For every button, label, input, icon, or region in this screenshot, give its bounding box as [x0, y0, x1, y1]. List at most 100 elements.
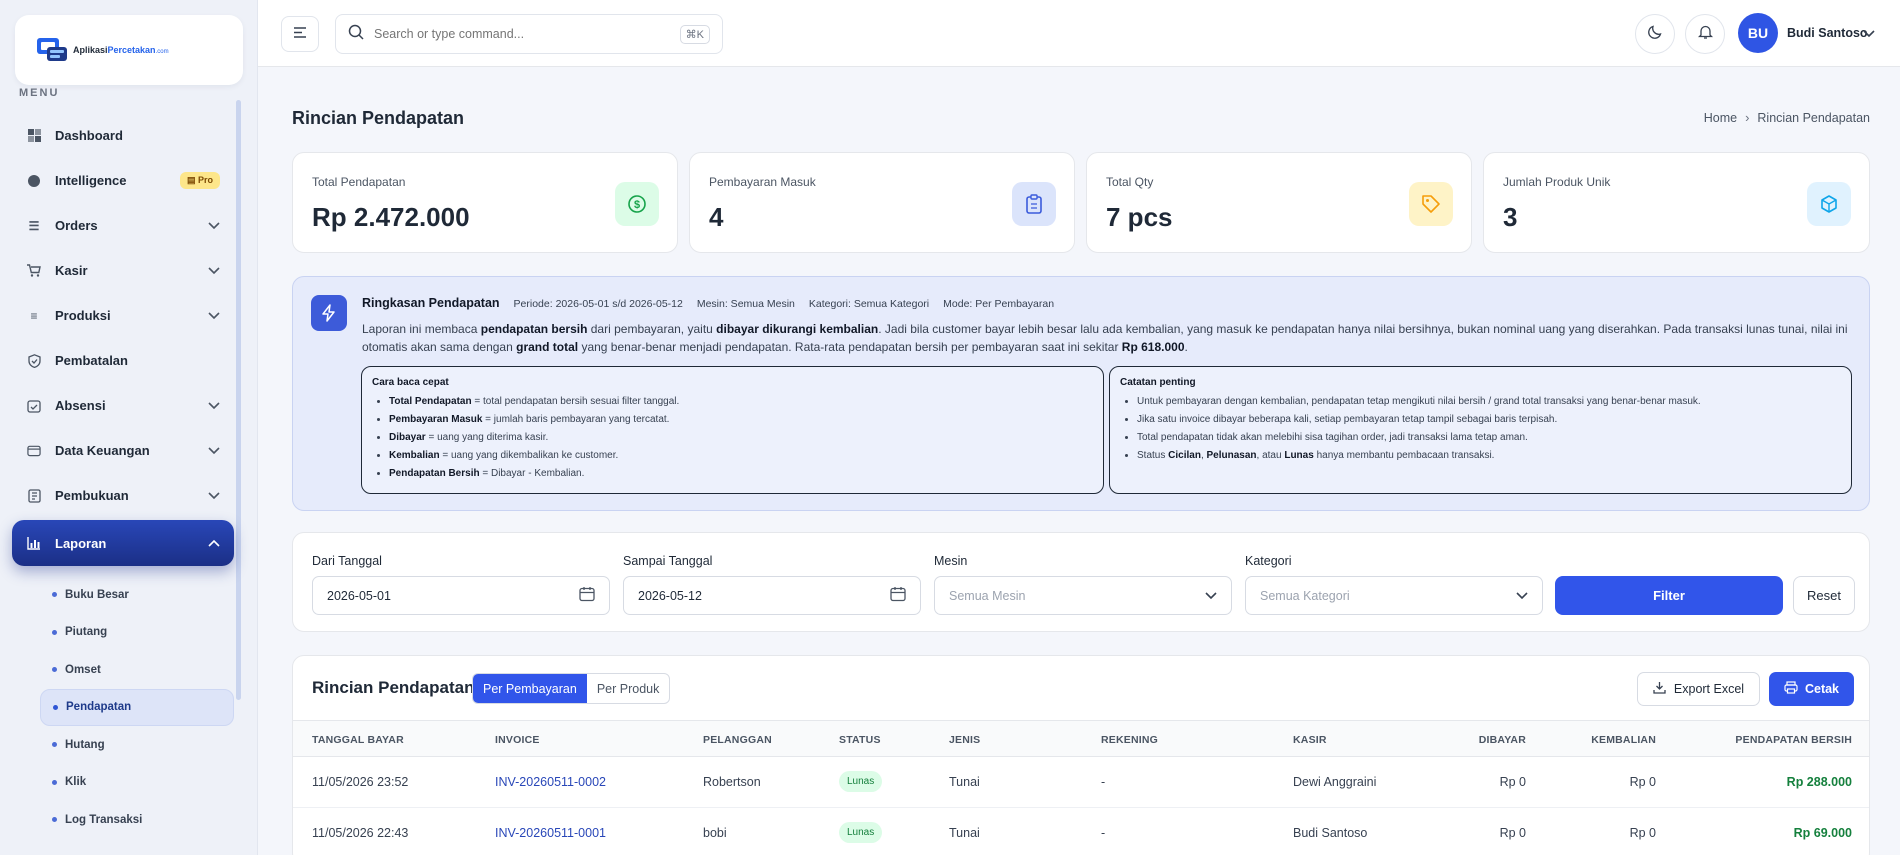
mesin-select[interactable]: Semua Mesin	[934, 576, 1232, 615]
search-input[interactable]	[374, 27, 680, 41]
breadcrumb-home[interactable]: Home	[1704, 111, 1737, 125]
summary-title: Ringkasan Pendapatan	[362, 296, 500, 310]
breadcrumb-current: Rincian Pendapatan	[1757, 110, 1870, 125]
definition: = uang yang dikembalikan ke customer.	[439, 450, 619, 461]
column-header[interactable]: KEMBALIAN	[1591, 734, 1656, 746]
column-header[interactable]: JENIS	[949, 734, 980, 746]
tab-per-pembayaran[interactable]: Per Pembayaran	[473, 674, 587, 703]
avatar[interactable]: BU	[1738, 13, 1778, 53]
stat-label: Total Qty	[1106, 175, 1154, 189]
cell-invoice-link[interactable]: INV-20260511-0002	[495, 775, 606, 789]
sidebar-item-laporan[interactable]: Laporan	[12, 520, 234, 566]
text-segment: Laporan ini membaca	[362, 322, 481, 336]
cell-rekening: -	[1101, 826, 1106, 840]
column-header[interactable]: TANGGAL BAYAR	[312, 734, 404, 746]
export-excel-button[interactable]: Export Excel	[1637, 672, 1760, 706]
cell-kembalian: Rp 0	[1629, 826, 1656, 840]
theme-toggle-button[interactable]	[1635, 14, 1675, 54]
sidebar-subitem-buku-besar[interactable]: Buku Besar	[12, 576, 234, 614]
list-item: Untuk pembayaran dengan kembalian, penda…	[1137, 393, 1841, 411]
svg-text:$: $	[634, 199, 640, 211]
book-icon	[27, 488, 41, 503]
column-header[interactable]: PELANGGAN	[703, 734, 772, 746]
calendar-icon	[890, 586, 906, 605]
sidebar-item-data-keuangan[interactable]: Data Keuangan	[12, 428, 234, 473]
dari-tanggal-label: Dari Tanggal	[312, 554, 382, 568]
list-item: Pembayaran Masuk = jumlah baris pembayar…	[389, 411, 1093, 429]
bullet-dot	[52, 667, 57, 673]
laporan-submenu: Buku Besar Piutang Omset Pendapatan Huta…	[12, 576, 234, 839]
term: Dibayar	[389, 432, 426, 443]
column-header[interactable]: STATUS	[839, 734, 881, 746]
cell-pelanggan: bobi	[703, 826, 727, 840]
sidebar-item-kasir[interactable]: Kasir	[12, 248, 234, 293]
sidebar-subitem-hutang[interactable]: Hutang	[12, 726, 234, 764]
view-mode-toggle: Per Pembayaran Per Produk	[472, 673, 671, 704]
status-badge: Lunas	[839, 822, 883, 843]
bullet-dot	[53, 704, 58, 710]
sidebar-scrollbar[interactable]	[236, 100, 241, 700]
user-name[interactable]: Budi Santoso	[1787, 26, 1868, 40]
sampai-tanggal-input[interactable]: 2026-05-12	[623, 576, 921, 615]
column-header[interactable]: INVOICE	[495, 734, 540, 746]
subitem-label: Piutang	[65, 626, 108, 639]
definition: = uang yang diterima kasir.	[425, 432, 549, 443]
shield-icon	[27, 353, 41, 368]
logo-text: AplikasiPercetakan.com	[73, 45, 169, 55]
sidebar-item-pembukuan[interactable]: Pembukuan	[12, 473, 234, 518]
menu-label: MENU	[19, 87, 60, 99]
filter-button[interactable]: Filter	[1555, 576, 1783, 615]
cell-invoice-link[interactable]: INV-20260511-0001	[495, 826, 606, 840]
sidebar-item-intelligence[interactable]: Intelligence ▤ Pro	[12, 158, 234, 203]
cart-icon	[27, 264, 41, 278]
sidebar-subitem-omset[interactable]: Omset	[12, 651, 234, 689]
cell-dibayar: Rp 0	[1499, 826, 1526, 840]
sidebar-item-pembatalan[interactable]: Pembatalan	[12, 338, 234, 383]
column-header[interactable]: PENDAPATAN BERSIH	[1735, 734, 1852, 746]
table-row[interactable]: 11/05/2026 22:43 INV-20260511-0001 bobi …	[293, 808, 1869, 855]
cetak-button[interactable]: Cetak	[1769, 672, 1854, 706]
calendar-icon	[579, 586, 595, 605]
sidebar-item-dashboard[interactable]: Dashboard	[12, 113, 234, 158]
cell-pendapatan-bersih: Rp 69.000	[1793, 826, 1852, 840]
kategori-select[interactable]: Semua Kategori	[1245, 576, 1543, 615]
bullet-dot	[52, 742, 57, 748]
sidebar-toggle-button[interactable]	[281, 16, 319, 52]
column-header[interactable]: REKENING	[1101, 734, 1158, 746]
rincian-table-card: Rincian Pendapatan Per Pembayaran Per Pr…	[292, 655, 1870, 855]
tab-per-produk[interactable]: Per Produk	[587, 674, 670, 703]
column-header[interactable]: KASIR	[1293, 734, 1327, 746]
cell-dibayar: Rp 0	[1499, 775, 1526, 789]
download-icon	[1653, 681, 1666, 697]
summary-header: Ringkasan Pendapatan Periode: 2026-05-01…	[362, 296, 1054, 310]
stat-value: 7 pcs	[1106, 202, 1173, 232]
status-badge: Lunas	[839, 771, 883, 792]
chevron-down-icon	[208, 489, 220, 503]
quick-read-title: Cara baca cepat	[372, 377, 449, 388]
reset-button[interactable]: Reset	[1793, 576, 1855, 615]
sidebar-subitem-piutang[interactable]: Piutang	[12, 614, 234, 652]
search-box[interactable]: ⌘K	[335, 14, 723, 54]
sidebar-subitem-klik[interactable]: Klik	[12, 764, 234, 802]
sidebar-item-orders[interactable]: ☰ Orders	[12, 203, 234, 248]
column-header[interactable]: DIBAYAR	[1479, 734, 1526, 746]
summary-description: Laporan ini membaca pendapatan bersih da…	[362, 320, 1852, 356]
sidebar-subitem-log-transaksi[interactable]: Log Transaksi	[12, 801, 234, 839]
lightning-icon	[311, 295, 347, 331]
dollar-icon: $	[615, 182, 659, 226]
logo-suffix: .com	[155, 49, 169, 55]
box-icon	[1807, 182, 1851, 226]
chevron-up-icon	[208, 536, 220, 550]
sidebar-subitem-pendapatan[interactable]: Pendapatan	[40, 688, 234, 726]
chevron-down-icon[interactable]	[1863, 25, 1875, 43]
notifications-button[interactable]	[1685, 14, 1725, 54]
dari-tanggal-input[interactable]: 2026-05-01	[312, 576, 610, 615]
list-item: Dibayar = uang yang diterima kasir.	[389, 429, 1093, 447]
sidebar-item-label: Intelligence	[55, 173, 127, 188]
sidebar-item-label: Data Keuangan	[55, 443, 150, 458]
table-row[interactable]: 11/05/2026 23:52 INV-20260511-0002 Rober…	[293, 757, 1869, 808]
clipboard-icon	[1012, 182, 1056, 226]
app-logo[interactable]: AplikasiPercetakan.com	[15, 15, 243, 85]
sidebar-item-produksi[interactable]: ≡ Produksi	[12, 293, 234, 338]
sidebar-item-absensi[interactable]: Absensi	[12, 383, 234, 428]
